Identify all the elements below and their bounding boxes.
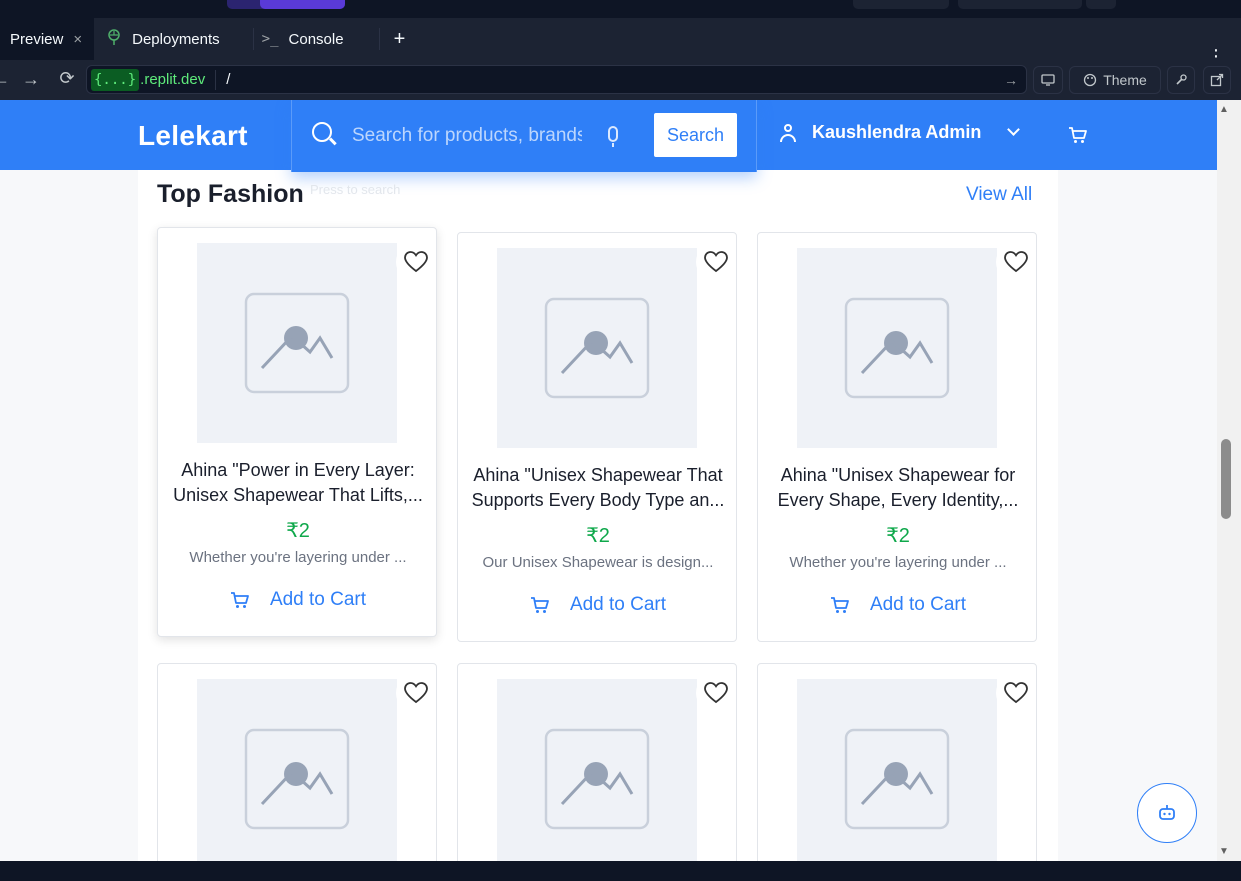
image-placeholder-icon [844, 728, 950, 830]
toolbar-pill-3[interactable] [1086, 0, 1116, 9]
chevron-down-icon [1007, 123, 1021, 136]
image-placeholder-icon [544, 297, 650, 399]
add-tab-button[interactable]: + [380, 28, 420, 51]
url-field[interactable]: {...} .replit.dev / → [86, 65, 1027, 94]
product-image [497, 248, 697, 448]
product-description: Whether you're layering under ... [789, 554, 1007, 571]
add-to-cart-label: Add to Cart [269, 589, 367, 610]
add-to-cart-label: Add to Cart [869, 594, 967, 615]
heart-icon[interactable] [996, 242, 1036, 282]
image-placeholder-icon [244, 292, 350, 394]
devtools-button[interactable] [1167, 66, 1195, 94]
device-toggle-button[interactable] [1033, 66, 1063, 94]
toolbar-pill-2[interactable] [958, 0, 1082, 9]
robot-icon [1159, 805, 1175, 820]
palette-icon [1084, 73, 1097, 87]
ide-tab-bar: Preview × Deployments >_ Console + ⋮ [0, 18, 1241, 66]
tab-deployments-label: Deployments [132, 30, 220, 48]
product-card[interactable] [757, 663, 1037, 861]
heart-icon[interactable] [696, 242, 736, 282]
product-title[interactable]: Ahina "Power in Every Layer: Unisex Shap… [168, 458, 428, 508]
ide-url-bar: ← → ⟳ {...} .replit.dev / → Theme [0, 60, 1241, 100]
add-to-cart-button[interactable]: Add to Cart [758, 594, 1036, 616]
product-card[interactable] [457, 663, 737, 861]
cart-icon [530, 597, 549, 613]
wrench-icon [1176, 74, 1187, 85]
product-card[interactable]: Ahina "Unisex Shapewear That Supports Ev… [457, 232, 737, 642]
user-icon [780, 123, 796, 142]
product-price: ₹2 [586, 525, 610, 547]
open-new-tab-button[interactable] [1203, 66, 1231, 94]
search-bar: Search [291, 100, 757, 172]
section-title: Top Fashion [157, 180, 304, 208]
tab-preview-label: Preview [10, 30, 64, 48]
user-name: Kaushlendra Admin [812, 122, 982, 142]
theme-label: Theme [1103, 72, 1147, 88]
add-to-cart-label: Add to Cart [569, 594, 667, 615]
reload-icon[interactable]: ⟳ [52, 68, 82, 89]
product-card[interactable] [157, 663, 437, 861]
add-to-cart-button[interactable]: Add to Cart [158, 589, 436, 611]
search-icon [312, 122, 332, 142]
product-image [797, 248, 997, 448]
monitor-icon [1041, 74, 1055, 86]
heart-icon[interactable] [996, 673, 1036, 713]
url-path: / [226, 71, 231, 88]
domain-badge: {...} [91, 68, 140, 91]
forward-icon[interactable]: → [16, 69, 46, 90]
tab-console[interactable]: >_ Console [254, 18, 380, 60]
ide-top-strip [0, 0, 1241, 18]
cart-icon [230, 592, 249, 608]
product-image [797, 679, 997, 861]
close-icon[interactable]: × [73, 31, 82, 48]
back-icon[interactable]: ← [0, 69, 16, 90]
view-all-link[interactable]: View All [966, 184, 1032, 206]
site-logo[interactable]: Lelekart [138, 120, 248, 152]
image-placeholder-icon [844, 297, 950, 399]
scroll-up-icon[interactable]: ▲ [1219, 104, 1229, 115]
preview-viewport: Lelekart Kaushlendra Admin Search Press … [0, 100, 1217, 861]
product-card[interactable]: Ahina "Power in Every Layer: Unisex Shap… [157, 227, 437, 637]
cart-icon [830, 597, 849, 613]
search-button[interactable]: Search [654, 113, 737, 157]
scroll-down-icon[interactable]: ▼ [1219, 846, 1229, 857]
url-domain: .replit.dev [140, 71, 206, 88]
product-price: ₹2 [886, 525, 910, 547]
product-image [497, 679, 697, 861]
product-image [197, 679, 397, 861]
tab-deployments[interactable]: Deployments [94, 18, 254, 60]
product-description: Our Unisex Shapewear is design... [482, 554, 714, 571]
cart-icon [1069, 127, 1087, 143]
heart-icon[interactable] [396, 673, 436, 713]
chatbot-button[interactable] [1137, 783, 1197, 843]
user-menu[interactable]: Kaushlendra Admin [780, 122, 1021, 143]
ide-bottom-strip [0, 861, 1241, 881]
search-input[interactable] [352, 122, 582, 150]
deployments-icon [106, 29, 122, 49]
image-placeholder-icon [544, 728, 650, 830]
tab-console-label: Console [288, 30, 344, 48]
image-placeholder-icon [244, 728, 350, 830]
go-arrow-icon[interactable]: → [1004, 72, 1018, 88]
product-title[interactable]: Ahina "Unisex Shapewear for Every Shape,… [768, 463, 1028, 513]
product-description: Whether you're layering under ... [189, 549, 407, 566]
header-cart-button[interactable] [1068, 126, 1088, 149]
tab-preview[interactable]: Preview × [0, 18, 95, 60]
search-hint: Press to search [310, 182, 401, 197]
toolbar-pill-1[interactable] [853, 0, 949, 9]
heart-icon[interactable] [396, 242, 436, 282]
microphone-icon[interactable] [608, 126, 618, 147]
product-price: ₹2 [286, 520, 310, 542]
run-pill[interactable] [260, 0, 345, 9]
console-icon: >_ [261, 31, 279, 47]
theme-button[interactable]: Theme [1069, 66, 1161, 94]
add-to-cart-button[interactable]: Add to Cart [458, 594, 736, 616]
product-image [197, 243, 397, 443]
heart-icon[interactable] [696, 673, 736, 713]
external-link-icon [1210, 73, 1224, 87]
product-card[interactable]: Ahina "Unisex Shapewear for Every Shape,… [757, 232, 1037, 642]
product-title[interactable]: Ahina "Unisex Shapewear That Supports Ev… [468, 463, 728, 513]
preview-scrollbar[interactable]: ▲ ▼ [1217, 100, 1241, 861]
scrollbar-thumb[interactable] [1221, 439, 1231, 519]
